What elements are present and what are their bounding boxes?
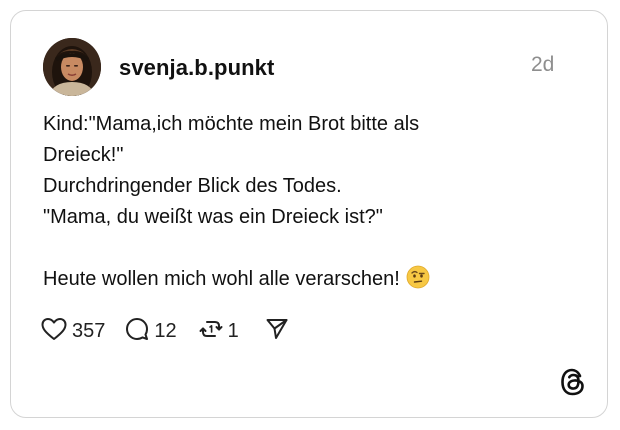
raised-eyebrow-emoji-icon	[406, 265, 430, 299]
post-text-line: "Mama, du weißt was ein Dreieck ist?"	[43, 206, 383, 228]
comment-icon	[125, 317, 149, 346]
post-text-last-line: Heute wollen mich wohl alle verarschen!	[43, 264, 583, 299]
reply-button[interactable]: 12	[125, 317, 177, 346]
post-text-line: Kind:"Mama,ich möchte mein Brot bitte al…	[43, 113, 420, 135]
threads-logo-icon[interactable]	[559, 367, 587, 397]
heart-icon	[41, 317, 67, 346]
repost-count: 1	[227, 319, 239, 342]
username[interactable]: svenja.b.punkt	[119, 55, 274, 81]
avatar[interactable]	[43, 38, 101, 96]
like-button[interactable]: 357	[41, 317, 105, 346]
repost-icon	[199, 317, 223, 346]
post-timestamp: 2d	[531, 53, 555, 76]
reply-count: 12	[154, 319, 177, 342]
post-text-line: Heute wollen mich wohl alle verarschen!	[43, 268, 400, 290]
repost-button[interactable]: 1	[199, 317, 239, 346]
send-icon	[265, 317, 289, 346]
share-button[interactable]	[265, 317, 289, 346]
post-text-line: Durchdringender Blick des Todes.	[43, 175, 342, 197]
post-text: Kind:"Mama,ich möchte mein Brot bitte al…	[43, 109, 583, 299]
action-bar: 357 12 1	[41, 315, 289, 347]
post-card: svenja.b.punkt 2d Kind:"Mama,ich möchte …	[10, 10, 608, 418]
post-text-line: Dreieck!"	[43, 144, 124, 166]
like-count: 357	[72, 319, 106, 342]
